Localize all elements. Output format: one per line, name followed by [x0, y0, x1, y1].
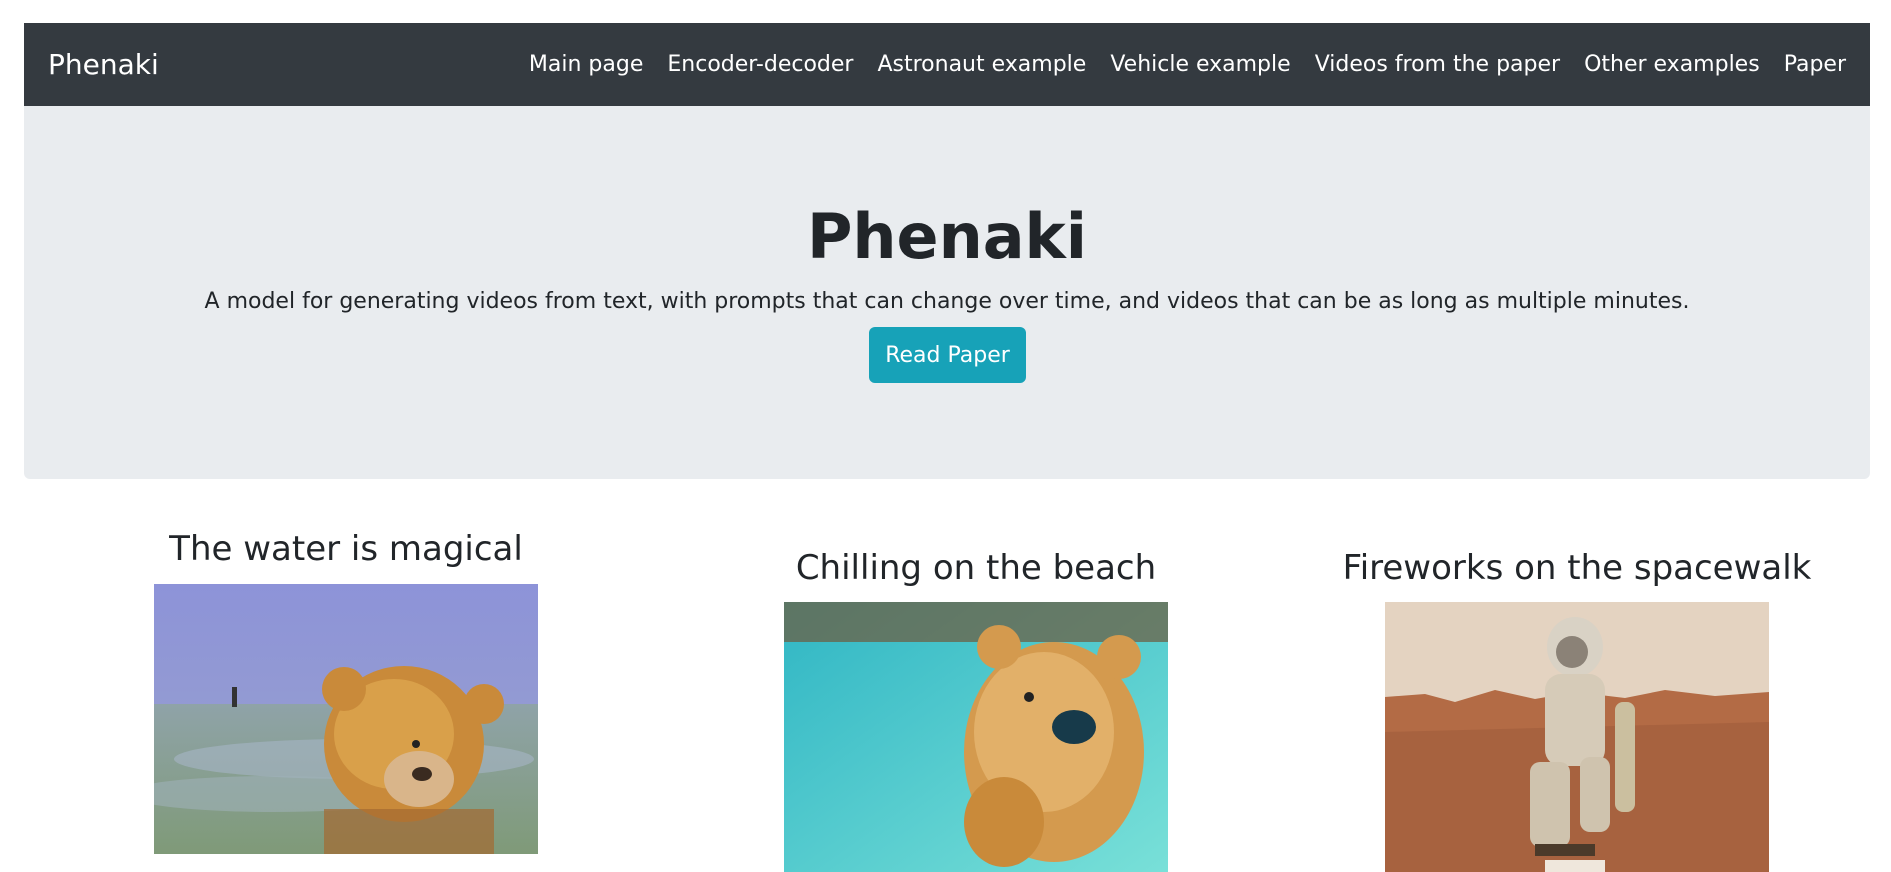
teddy-bear-beach-video[interactable]: [784, 602, 1168, 872]
nav-link-videos-from-paper[interactable]: Videos from the paper: [1315, 53, 1560, 76]
video-card-title: The water is magical: [169, 529, 523, 569]
hero-title: Phenaki: [806, 200, 1088, 273]
nav-link-other-examples[interactable]: Other examples: [1584, 53, 1760, 76]
nav-link-encoder-decoder[interactable]: Encoder-decoder: [667, 53, 853, 76]
read-paper-button[interactable]: Read Paper: [869, 327, 1026, 383]
nav-links: Main page Encoder-decoder Astronaut exam…: [529, 53, 1846, 76]
astronaut-spacewalk-video[interactable]: [1385, 602, 1769, 872]
video-card-title: Chilling on the beach: [795, 548, 1157, 588]
nav-link-vehicle-example[interactable]: Vehicle example: [1110, 53, 1290, 76]
nav-link-astronaut-example[interactable]: Astronaut example: [877, 53, 1086, 76]
nav-link-main-page[interactable]: Main page: [529, 53, 643, 76]
nav-link-paper[interactable]: Paper: [1784, 53, 1846, 76]
video-card-title: Fireworks on the spacewalk: [1342, 548, 1812, 588]
navbar-brand[interactable]: Phenaki: [48, 50, 159, 79]
top-navbar: Phenaki Main page Encoder-decoder Astron…: [24, 23, 1870, 106]
teddy-bear-swimming-video[interactable]: [154, 584, 538, 854]
hero-jumbotron: Phenaki A model for generating videos fr…: [24, 106, 1870, 479]
hero-lead: A model for generating videos from text,…: [204, 289, 1690, 314]
